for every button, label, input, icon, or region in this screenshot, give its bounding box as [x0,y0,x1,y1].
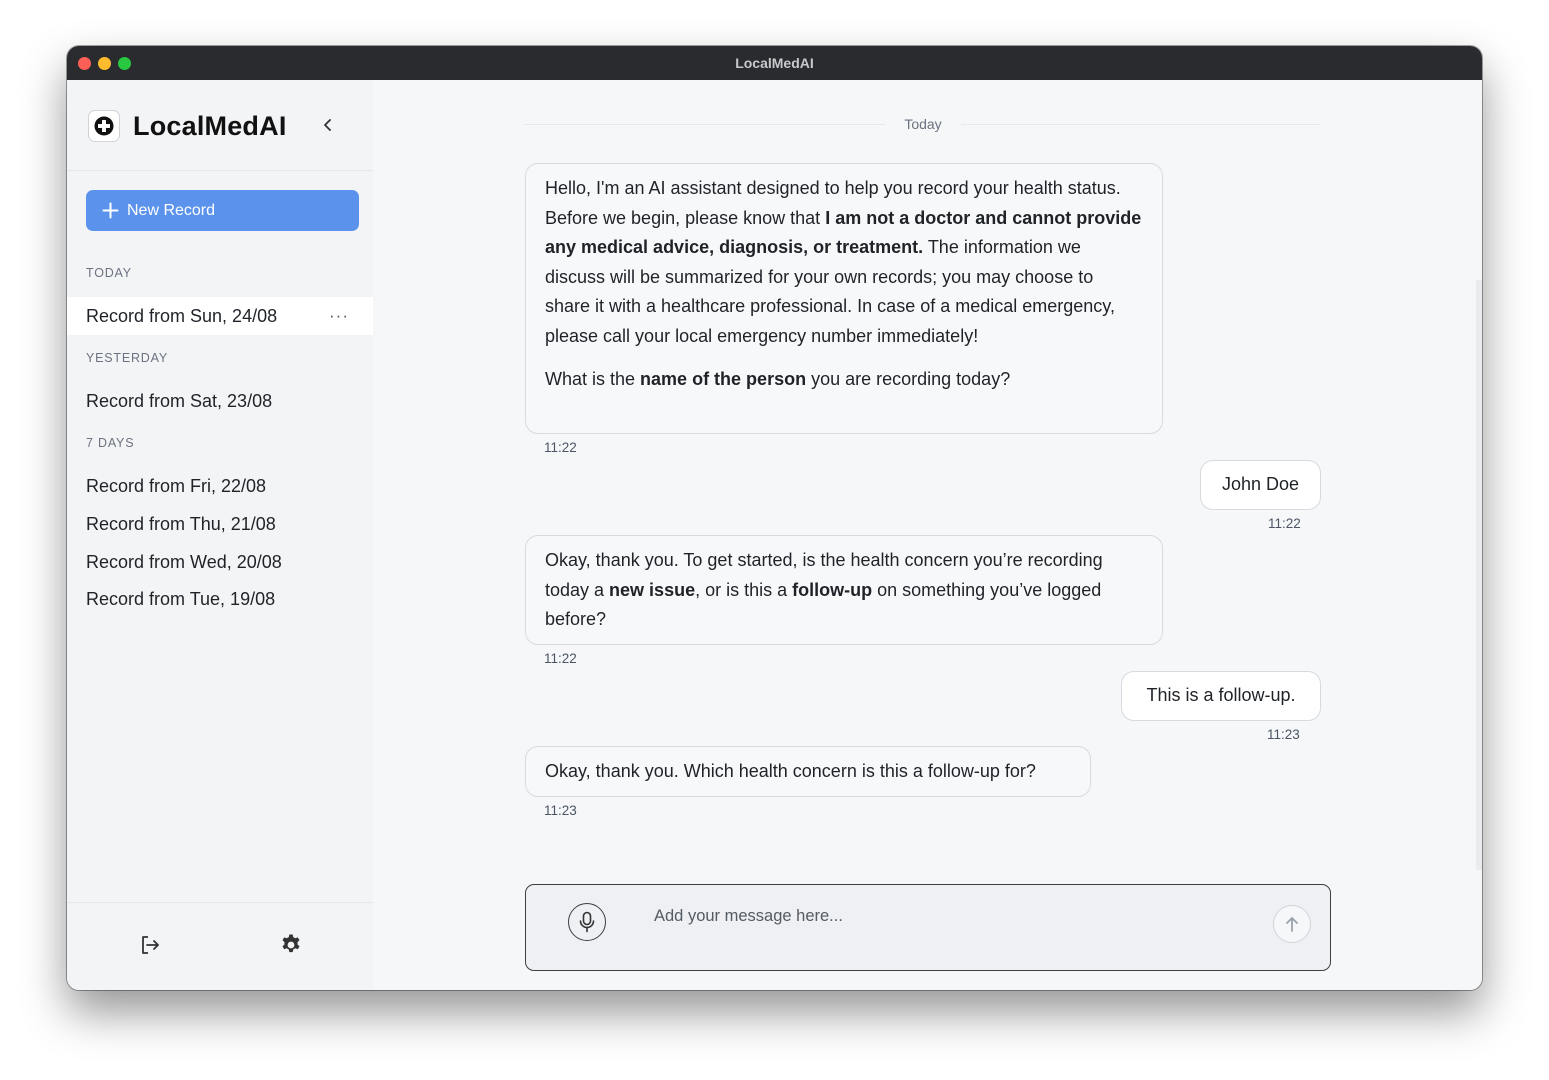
scrollbar[interactable] [1476,280,1482,870]
sidebar-item-record[interactable]: Record from Fri, 22/08 [67,467,373,505]
message-input[interactable] [652,901,1256,931]
record-label: Record from Thu, 21/08 [86,514,276,534]
record-label: Record from Wed, 20/08 [86,552,282,572]
sidebar-item-record[interactable]: Record from Sat, 23/08 [67,382,373,420]
message-text: Okay, thank you. Which health concern is… [545,761,1036,781]
chat-area: Today Hello, I'm an AI assistant designe… [373,80,1482,990]
day-divider-label: Today [885,113,961,135]
message-text: John Doe [1221,474,1300,494]
close-window-button[interactable] [78,57,91,70]
message-bold-text: follow-up [792,579,873,600]
settings-button[interactable] [278,932,304,958]
message-timestamp: 11:22 [544,440,577,455]
record-label: Record from Sun, 24/08 [86,306,278,326]
message-paragraph: Okay, thank you. To get started, is the … [545,546,1143,635]
message-bold-text: name of the person [640,369,807,389]
sidebar: LocalMedAI New Record TODAY Record from … [67,80,373,990]
brand: LocalMedAI [88,109,287,143]
message-text: What is the [545,369,641,389]
message-timestamp: 11:23 [544,803,577,818]
divider [67,170,373,171]
message-timestamp: 11:22 [544,651,577,666]
zoom-window-button[interactable] [118,57,131,70]
sidebar-item-record[interactable]: Record from Sun, 24/08 ··· [67,297,373,335]
record-label: Record from Fri, 22/08 [86,476,267,496]
sidebar-item-record[interactable]: Record from Tue, 19/08 [67,580,373,618]
minimize-window-button[interactable] [98,57,111,70]
app-window: LocalMedAI LocalMedAI New Record TODAY R… [67,46,1482,990]
microphone-button[interactable] [568,903,606,941]
record-label: Record from Tue, 19/08 [86,589,276,609]
message-bold-text: new issue [609,579,696,600]
chevron-left-icon [324,119,331,131]
record-label: Record from Sat, 23/08 [86,391,273,411]
gear-icon [282,934,300,953]
microphone-icon [579,911,595,933]
section-label-yesterday: YESTERDAY [86,351,168,365]
section-label-today: TODAY [86,266,132,280]
message-text: you are recording today? [806,369,1011,389]
assistant-message: Okay, thank you. To get started, is the … [525,535,1163,645]
user-message: John Doe [1200,460,1321,510]
message-composer [525,884,1331,971]
assistant-message: Okay, thank you. Which health concern is… [525,746,1091,797]
plus-icon [102,202,119,219]
window-title: LocalMedAI [735,55,814,71]
logout-icon [142,936,159,954]
title-bar: LocalMedAI [67,46,1482,80]
more-options-button[interactable]: ··· [329,297,349,335]
user-message: This is a follow-up. [1121,671,1321,721]
sidebar-item-record[interactable]: Record from Wed, 20/08 [67,543,373,581]
section-label-7-days: 7 DAYS [86,436,135,450]
new-record-button[interactable]: New Record [86,190,359,231]
message-text: This is a follow-up. [1146,685,1296,705]
message-paragraph: What is the name of the person you are r… [545,365,1143,395]
assistant-message: Hello, I'm an AI assistant designed to h… [525,163,1163,434]
message-paragraph: Hello, I'm an AI assistant designed to h… [545,174,1143,351]
divider [67,902,373,903]
logout-button[interactable] [137,932,163,958]
medical-cross-icon [88,110,120,142]
app-name: LocalMedAI [133,110,287,141]
send-button[interactable] [1273,905,1311,943]
arrow-up-icon [1286,917,1298,932]
collapse-sidebar-button[interactable] [317,114,339,136]
new-record-label: New Record [127,201,216,219]
sidebar-item-record[interactable]: Record from Thu, 21/08 [67,505,373,543]
message-text: , or is this a [695,579,793,600]
message-timestamp: 11:22 [1268,516,1301,531]
message-timestamp: 11:23 [1267,727,1300,742]
